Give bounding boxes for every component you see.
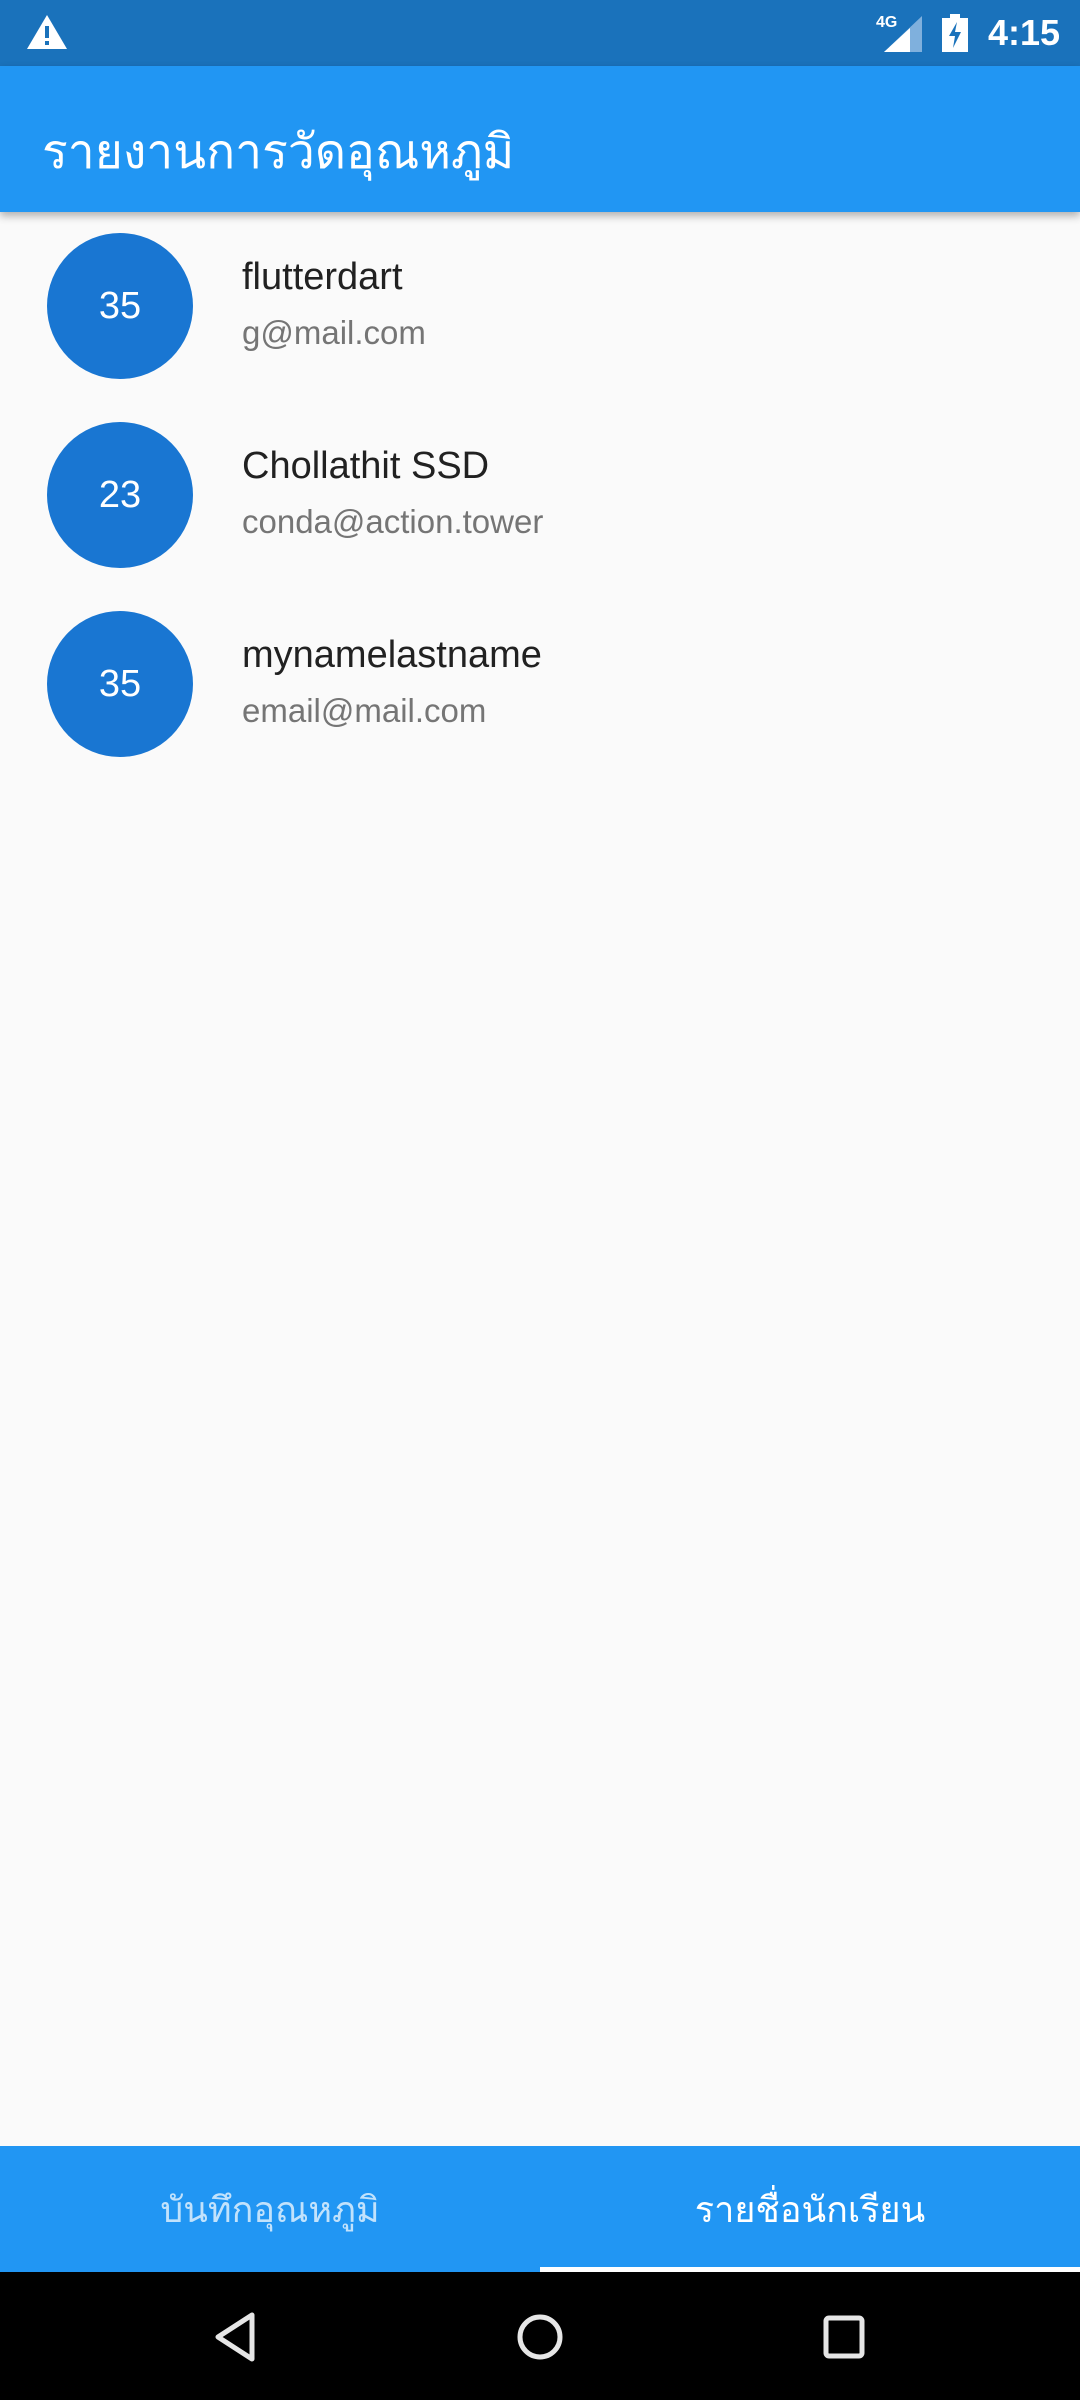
bottom-tab-bar: บันทึกอุณหภูมิ รายชื่อนักเรียน: [0, 2146, 1080, 2272]
list-item[interactable]: 23 Chollathit SSD conda@action.tower: [0, 401, 1080, 590]
avatar: 35: [47, 233, 193, 379]
student-name: Chollathit SSD: [242, 445, 490, 487]
student-email: email@mail.com: [242, 692, 487, 729]
warning-icon: [27, 15, 67, 49]
avatar: 23: [47, 422, 193, 568]
back-icon[interactable]: [214, 2312, 258, 2362]
student-email: g@mail.com: [242, 314, 426, 351]
system-nav-bar: [0, 2272, 1080, 2400]
home-icon[interactable]: [516, 2312, 564, 2362]
page-title: รายงานการวัดอุณหภูมิ: [42, 126, 515, 179]
tab-student-list[interactable]: รายชื่อนักเรียน: [540, 2146, 1080, 2272]
recents-icon[interactable]: [822, 2312, 866, 2362]
student-name: flutterdart: [242, 256, 403, 298]
status-bar: 4G 4:15: [0, 0, 1080, 66]
student-email: conda@action.tower: [242, 503, 544, 540]
tab-record-temperature[interactable]: บันทึกอุณหภูมิ: [0, 2146, 540, 2272]
list-item[interactable]: 35 flutterdart g@mail.com: [0, 212, 1080, 401]
signal-icon: [884, 16, 922, 52]
avatar: 35: [47, 611, 193, 757]
clock: 4:15: [987, 12, 1060, 53]
battery-charging-icon: [942, 14, 968, 52]
app-bar: รายงานการวัดอุณหภูมิ: [0, 66, 1080, 212]
student-name: mynamelastname: [242, 634, 542, 676]
student-list: 35 flutterdart g@mail.com 23 Chollathit …: [0, 212, 1080, 779]
list-item[interactable]: 35 mynamelastname email@mail.com: [0, 590, 1080, 779]
